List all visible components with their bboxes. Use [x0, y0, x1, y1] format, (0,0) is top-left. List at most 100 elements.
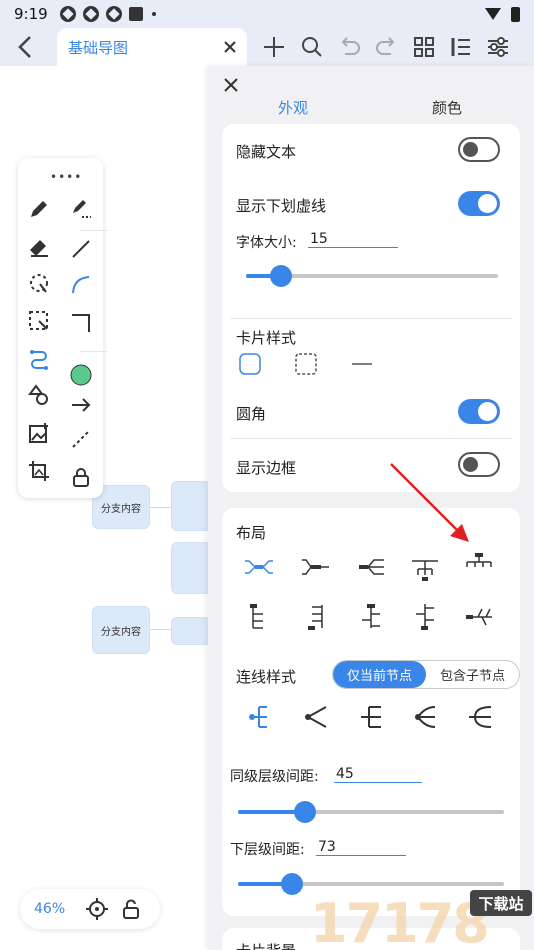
node-text: 分支内容: [101, 626, 141, 638]
line-style-scope-toggle: 仅当前节点 包含子节点: [332, 660, 520, 689]
line-style-straight-icon[interactable]: [299, 700, 333, 734]
style-panel: 外观 颜色 隐藏文本 显示下划虚线 字体大小: 15 卡片样式 圆角 显示边框 …: [208, 66, 534, 950]
mindmap-node[interactable]: [171, 542, 211, 594]
show-underline-label: 显示下划虚线: [236, 197, 327, 215]
more-notifications-icon: [151, 12, 156, 16]
undo-icon[interactable]: [335, 32, 365, 62]
slider-knob[interactable]: [270, 265, 292, 287]
layout-fishbone-icon[interactable]: [462, 600, 496, 634]
rounded-corner-label: 圆角: [236, 405, 267, 423]
redo-icon[interactable]: [371, 32, 401, 62]
hide-text-toggle[interactable]: [458, 137, 500, 162]
layout-radial-icon[interactable]: [242, 550, 276, 584]
divider: [80, 351, 108, 352]
line-icon[interactable]: [66, 234, 96, 264]
add-image-icon[interactable]: [24, 418, 54, 448]
mindmap-node[interactable]: 分支内容: [92, 606, 150, 654]
sibling-spacing-label: 同级层级间距:: [230, 769, 319, 785]
layout-tree-both-icon[interactable]: [354, 600, 388, 634]
connector-line: [150, 507, 172, 508]
show-underline-toggle[interactable]: [458, 191, 500, 216]
current-node-option[interactable]: 仅当前节点: [333, 661, 426, 688]
zoom-level[interactable]: 46%: [34, 901, 65, 917]
dashed-line-icon[interactable]: [66, 424, 96, 454]
grid-icon[interactable]: [409, 32, 439, 62]
status-bar: 9:19: [0, 0, 534, 28]
battery-icon: [511, 6, 520, 22]
add-icon[interactable]: [259, 32, 289, 62]
slider-knob[interactable]: [281, 873, 303, 895]
sibling-spacing-input[interactable]: 45: [334, 766, 422, 783]
shapes-icon[interactable]: [24, 380, 54, 410]
divider: [80, 230, 108, 231]
font-size-input[interactable]: 15: [308, 231, 398, 248]
lasso-select-icon[interactable]: [24, 268, 54, 298]
zoom-bar: 46%: [20, 889, 160, 929]
child-spacing-label: 下层级间距:: [230, 842, 305, 858]
settings-sliders-icon[interactable]: [483, 32, 513, 62]
unlock-icon[interactable]: [119, 896, 145, 922]
card-line-style-icon[interactable]: [351, 353, 373, 375]
line-style-bracket-icon[interactable]: [242, 700, 276, 734]
elbow-line-icon[interactable]: [66, 308, 96, 338]
tab-color[interactable]: 颜色: [432, 97, 462, 118]
layout-left-icon[interactable]: [354, 550, 388, 584]
show-border-toggle[interactable]: [458, 452, 500, 477]
status-time: 9:19: [14, 5, 48, 23]
slider-knob[interactable]: [294, 801, 316, 823]
lock-icon[interactable]: [66, 462, 96, 492]
tab-document[interactable]: 基础导图: [57, 28, 247, 66]
crop-image-icon[interactable]: [24, 456, 54, 486]
pencil-icon[interactable]: [24, 194, 54, 224]
appearance-card: 隐藏文本 显示下划虚线 字体大小: 15 卡片样式 圆角 显示边框: [222, 124, 520, 492]
layout-tree-right-icon[interactable]: [242, 600, 276, 634]
layout-right-icon[interactable]: [299, 550, 333, 584]
watermark-badge: 下载站: [478, 895, 523, 913]
layout-card: 布局 连线样式 仅当前节点 包含子节点 同级层级间距: 45 下层级间距: 73: [222, 508, 520, 916]
rounded-corner-toggle[interactable]: [458, 399, 500, 424]
node-text: 分支内容: [101, 503, 141, 515]
mindmap-node[interactable]: [171, 481, 211, 531]
close-icon[interactable]: [220, 74, 242, 96]
layout-down-icon[interactable]: [408, 554, 442, 588]
line-style-rounded-icon[interactable]: [462, 700, 496, 734]
layout-tree-left-icon[interactable]: [299, 600, 333, 634]
tab-appearance[interactable]: 外观: [278, 97, 308, 118]
show-border-label: 显示边框: [236, 459, 297, 477]
mindmap-node[interactable]: [171, 617, 211, 645]
line-style-elbow-icon[interactable]: [354, 700, 388, 734]
pen-icon[interactable]: [66, 194, 96, 224]
card-rounded-style-icon[interactable]: [239, 353, 261, 375]
close-tab-icon[interactable]: [219, 36, 241, 58]
divider: [230, 438, 512, 439]
line-style-label: 连线样式: [236, 668, 297, 686]
include-children-option[interactable]: 包含子节点: [426, 661, 519, 688]
locate-icon[interactable]: [84, 896, 110, 922]
hide-text-label: 隐藏文本: [236, 143, 297, 161]
back-icon[interactable]: [10, 32, 40, 62]
card-style-label: 卡片样式: [236, 329, 297, 347]
child-spacing-input[interactable]: 73: [316, 839, 406, 856]
color-circle-icon[interactable]: [66, 360, 96, 390]
search-icon[interactable]: [297, 32, 327, 62]
notification-icon: [82, 6, 99, 22]
font-size-slider[interactable]: [246, 265, 498, 287]
rect-select-icon[interactable]: [24, 306, 54, 336]
connector-tool-icon[interactable]: [24, 344, 54, 374]
sibling-spacing-slider[interactable]: [238, 801, 504, 823]
card-dashed-style-icon[interactable]: [295, 353, 317, 375]
wifi-icon: [485, 8, 501, 20]
layout-label: 布局: [236, 524, 267, 542]
layout-org-chart-icon[interactable]: [462, 546, 496, 580]
eraser-icon[interactable]: [24, 232, 54, 262]
drag-handle-icon[interactable]: ••••: [50, 170, 82, 184]
notification-icon: [59, 6, 76, 22]
child-spacing-slider[interactable]: [238, 873, 504, 895]
line-style-curve-icon[interactable]: [408, 700, 442, 734]
outline-icon[interactable]: [446, 32, 476, 62]
tool-palette: ••••: [18, 158, 108, 498]
arrow-tool-icon[interactable]: [66, 390, 96, 420]
layout-timeline-icon[interactable]: [408, 600, 442, 634]
connector-line: [150, 629, 172, 630]
curve-icon[interactable]: [66, 270, 96, 300]
